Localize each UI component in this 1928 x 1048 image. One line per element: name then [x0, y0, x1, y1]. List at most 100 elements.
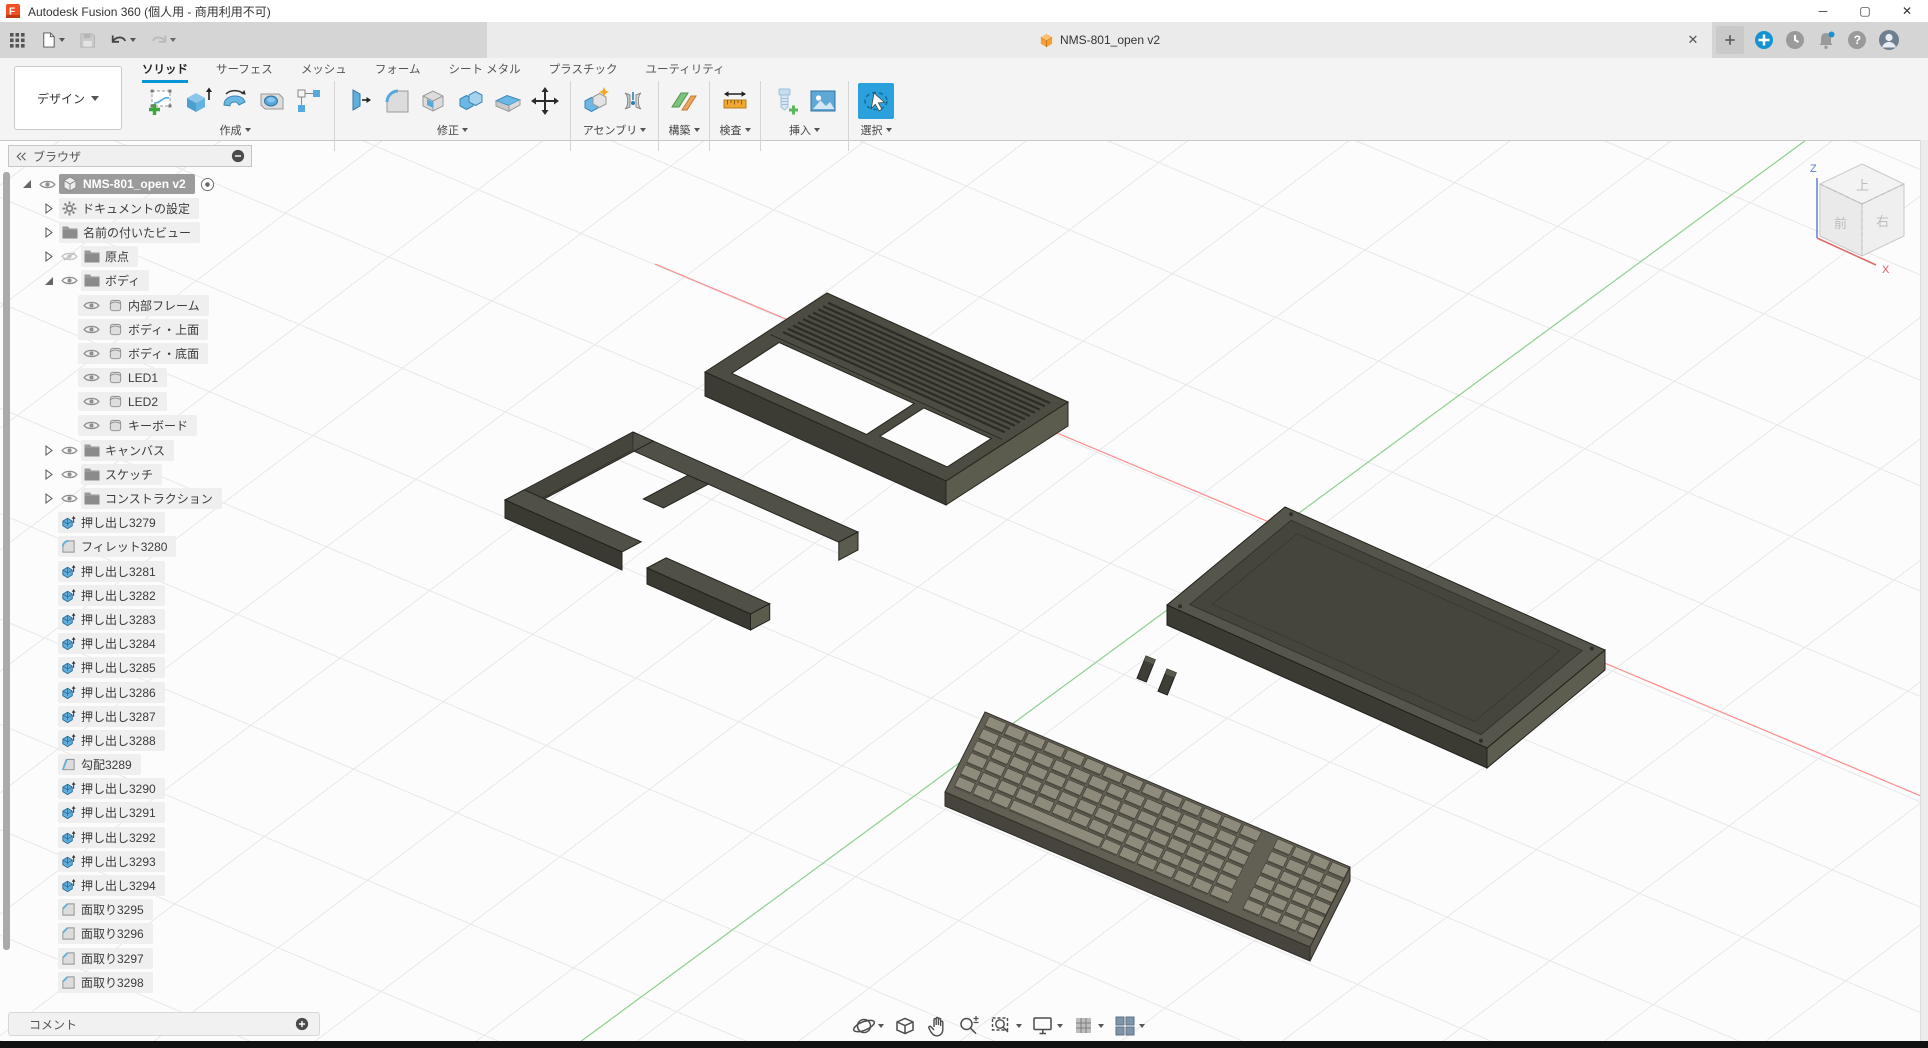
visibility-on-icon[interactable]: [59, 445, 79, 456]
comment-bar[interactable]: コメント: [8, 1012, 320, 1036]
fit-button[interactable]: [990, 1014, 1022, 1038]
hole-button[interactable]: [256, 85, 288, 117]
file-new-button[interactable]: [38, 29, 67, 51]
new-component-button[interactable]: [580, 85, 612, 117]
tree-row[interactable]: キーボード: [78, 414, 252, 438]
tree-row[interactable]: 押し出し3287: [58, 704, 252, 728]
ribbon-tab-メッシュ[interactable]: メッシュ: [301, 61, 347, 83]
visibility-on-icon[interactable]: [37, 179, 57, 190]
display-settings-button[interactable]: [1031, 1014, 1063, 1038]
visibility-on-icon[interactable]: [81, 348, 101, 359]
fillet-button[interactable]: [381, 85, 413, 117]
create-sketch-button[interactable]: [145, 85, 177, 117]
visibility-on-icon[interactable]: [81, 396, 101, 407]
tree-row[interactable]: 面取り3297: [58, 946, 252, 970]
panel-remove-icon[interactable]: [231, 149, 245, 163]
expander-open-icon[interactable]: [20, 179, 34, 189]
add-comment-icon[interactable]: [295, 1017, 309, 1031]
tree-row[interactable]: ドキュメントの設定: [42, 196, 252, 220]
visibility-off-icon[interactable]: [59, 251, 79, 262]
tree-row[interactable]: LED1: [78, 366, 252, 390]
extensions-button[interactable]: [1754, 30, 1774, 50]
tree-row[interactable]: 面取り3298: [58, 970, 252, 994]
tree-row[interactable]: ボディ・底面: [78, 341, 252, 365]
visibility-on-icon[interactable]: [81, 324, 101, 335]
tree-row[interactable]: 押し出し3292: [58, 825, 252, 849]
tree-row[interactable]: 押し出し3283: [58, 607, 252, 631]
expander-closed-icon[interactable]: [42, 227, 56, 238]
tree-row[interactable]: 押し出し3293: [58, 849, 252, 873]
tree-row[interactable]: 勾配3289: [58, 753, 252, 777]
notifications-button[interactable]: [1816, 30, 1836, 50]
combine-button[interactable]: [455, 85, 487, 117]
move-button[interactable]: [529, 85, 561, 117]
document-tab[interactable]: NMS-801_open v2 ✕: [487, 22, 1712, 58]
job-status-button[interactable]: [1785, 30, 1805, 50]
tree-row[interactable]: NMS-801_open v2: [20, 172, 252, 196]
group-label[interactable]: 修正: [437, 122, 468, 138]
insert-canvas-button[interactable]: [807, 85, 839, 117]
tree-row[interactable]: フィレット3280: [58, 535, 252, 559]
tree-row[interactable]: 原点: [42, 245, 252, 269]
group-label[interactable]: 挿入: [789, 122, 820, 138]
minimize-button[interactable]: ─: [1802, 0, 1844, 22]
tree-row[interactable]: 名前の付いたビュー: [42, 220, 252, 244]
group-label[interactable]: 構築: [669, 122, 700, 138]
viewport-scrollbar[interactable]: [1920, 140, 1928, 1041]
construct-plane-button[interactable]: [668, 85, 700, 117]
ribbon-tab-プラスチック[interactable]: プラスチック: [549, 61, 618, 83]
revolve-button[interactable]: [219, 85, 251, 117]
tree-row[interactable]: 面取り3295: [58, 898, 252, 922]
ribbon-tab-サーフェス[interactable]: サーフェス: [216, 61, 273, 83]
3d-viewport[interactable]: [0, 140, 1928, 1041]
save-button[interactable]: [77, 30, 98, 51]
view-cube[interactable]: 上 前 右 Z X: [1800, 152, 1926, 282]
expander-closed-icon[interactable]: [42, 445, 56, 456]
tree-row[interactable]: 押し出し3290: [58, 777, 252, 801]
tree-row[interactable]: LED2: [78, 390, 252, 414]
tree-row[interactable]: 押し出し3288: [58, 728, 252, 752]
tree-row[interactable]: スケッチ: [42, 462, 252, 486]
expander-closed-icon[interactable]: [42, 469, 56, 480]
tree-row[interactable]: 押し出し3291: [58, 801, 252, 825]
orbit-button[interactable]: [852, 1014, 884, 1038]
tab-close-icon[interactable]: ✕: [1684, 31, 1702, 49]
tree-row[interactable]: 押し出し3294: [58, 873, 252, 897]
expander-open-icon[interactable]: [42, 276, 56, 286]
ribbon-tab-シート メタル[interactable]: シート メタル: [448, 61, 520, 83]
grid-display-button[interactable]: [1072, 1014, 1104, 1038]
help-button[interactable]: ?: [1847, 30, 1867, 50]
tree-row[interactable]: 押し出し3284: [58, 632, 252, 656]
tree-row[interactable]: 押し出し3279: [58, 511, 252, 535]
expander-closed-icon[interactable]: [42, 493, 56, 504]
active-component-radio[interactable]: [200, 177, 215, 192]
expander-closed-icon[interactable]: [42, 251, 56, 262]
ribbon-tab-ソリッド[interactable]: ソリッド: [142, 61, 188, 83]
maximize-button[interactable]: ▢: [1844, 0, 1886, 22]
tree-row[interactable]: ボディ: [42, 269, 252, 293]
tree-row[interactable]: 押し出し3281: [58, 559, 252, 583]
tree-row[interactable]: キャンバス: [42, 438, 252, 462]
viewcube-right-label[interactable]: 右: [1876, 214, 1889, 229]
visibility-on-icon[interactable]: [59, 275, 79, 286]
group-label[interactable]: アセンブリ: [583, 122, 646, 138]
profile-button[interactable]: [1878, 29, 1900, 51]
visibility-on-icon[interactable]: [81, 300, 101, 311]
add-tab-button[interactable]: [1716, 26, 1744, 54]
tree-row[interactable]: コンストラクション: [42, 486, 252, 510]
tree-row[interactable]: 内部フレーム: [78, 293, 252, 317]
visibility-on-icon[interactable]: [59, 493, 79, 504]
shell-button[interactable]: [418, 85, 450, 117]
expander-closed-icon[interactable]: [42, 203, 56, 214]
tree-row[interactable]: 面取り3296: [58, 922, 252, 946]
ribbon-tab-ユーティリティ[interactable]: ユーティリティ: [645, 61, 724, 83]
pan-button[interactable]: [926, 1014, 948, 1038]
app-grid-button[interactable]: [6, 29, 28, 51]
split-button[interactable]: [492, 85, 524, 117]
visibility-on-icon[interactable]: [81, 420, 101, 431]
select-button[interactable]: [858, 83, 894, 119]
pattern-button[interactable]: [293, 85, 325, 117]
look-at-button[interactable]: [893, 1014, 917, 1038]
group-label[interactable]: 検査: [720, 122, 751, 138]
tree-row[interactable]: 押し出し3286: [58, 680, 252, 704]
